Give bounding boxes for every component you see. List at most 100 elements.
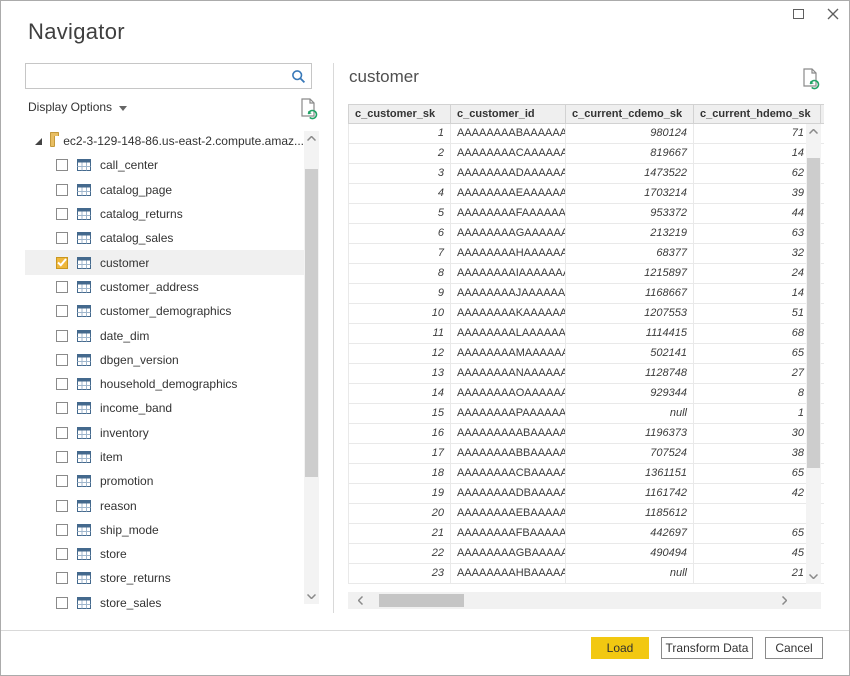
display-options-dropdown[interactable]: Display Options	[28, 100, 128, 114]
tree-item-date_dim[interactable]: date_dim	[25, 323, 304, 347]
cell-current-hdemo-sk	[694, 504, 821, 524]
tree-item-store_returns[interactable]: store_returns	[25, 566, 304, 590]
checkbox[interactable]	[56, 159, 68, 172]
preview-hscrollbar-thumb[interactable]	[379, 594, 464, 607]
cell-customer-id: AAAAAAAAMAAAAAAA	[451, 344, 566, 364]
cell-current-hdemo-sk: 14	[694, 284, 821, 304]
checkbox[interactable]	[56, 183, 68, 196]
refresh-file-icon[interactable]	[298, 97, 318, 121]
chevron-down-icon[interactable]	[304, 589, 319, 604]
checkbox[interactable]	[56, 475, 68, 488]
refresh-file-icon[interactable]	[800, 67, 820, 91]
tree-item-customer[interactable]: customer	[25, 250, 304, 275]
load-button[interactable]: Load	[591, 637, 649, 659]
table-grid-icon	[77, 208, 91, 221]
table-grid-icon	[77, 305, 91, 318]
tree-item-store[interactable]: store	[25, 542, 304, 566]
footer-divider	[1, 630, 849, 631]
search-input[interactable]	[26, 64, 285, 88]
tree-scrollbar-thumb[interactable]	[305, 169, 318, 477]
table-row: 8 AAAAAAAAIAAAAAAA 1215897 24	[348, 264, 824, 284]
preview-scrollbar[interactable]	[806, 124, 821, 584]
table-grid-icon	[77, 329, 91, 342]
cell-current-hdemo-sk: 1	[694, 404, 821, 424]
cell-current-cdemo-sk: 1196373	[566, 424, 694, 444]
chevron-down-icon[interactable]	[806, 569, 821, 584]
cell-customer-id: AAAAAAAADBAAAAAA	[451, 484, 566, 504]
chevron-right-icon[interactable]	[776, 593, 792, 608]
tree-item-label: promotion	[100, 474, 154, 489]
cell-customer-id: AAAAAAAAEBAAAAAA	[451, 504, 566, 524]
cell-current-cdemo-sk: 1114415	[566, 324, 694, 344]
cell-clipped	[821, 284, 824, 304]
tree-item-catalog_sales[interactable]: catalog_sales	[25, 226, 304, 250]
tree-root-server[interactable]: ec2-3-129-148-86.us-east-2.compute.amaz.…	[25, 129, 304, 153]
checkbox[interactable]	[56, 402, 68, 415]
checkbox[interactable]	[56, 353, 68, 366]
checkbox[interactable]	[56, 305, 68, 318]
checkbox[interactable]	[56, 451, 68, 463]
transform-data-button[interactable]: Transform Data	[661, 637, 753, 659]
search-icon[interactable]	[285, 64, 311, 88]
tree-item-label: catalog_returns	[100, 207, 183, 222]
checkbox[interactable]	[56, 523, 68, 536]
tree-item-store_sales[interactable]: store_sales	[25, 591, 304, 615]
checkbox[interactable]	[56, 329, 68, 342]
tree-item-dbgen_version[interactable]: dbgen_version	[25, 348, 304, 372]
checkbox[interactable]	[56, 208, 68, 221]
cell-clipped	[821, 144, 824, 164]
cell-current-hdemo-sk: 65	[694, 464, 821, 484]
table-grid-icon	[77, 426, 91, 439]
preview-hscrollbar[interactable]	[348, 592, 821, 609]
tree-item-inventory[interactable]: inventory	[25, 421, 304, 445]
cell-current-cdemo-sk: 707524	[566, 444, 694, 464]
cell-customer-sk: 10	[348, 304, 451, 324]
chevron-left-icon[interactable]	[352, 593, 368, 608]
checkbox[interactable]	[56, 378, 68, 391]
tree-scrollbar[interactable]	[304, 131, 319, 604]
maximize-icon[interactable]	[793, 9, 804, 19]
cell-customer-sk: 14	[348, 384, 451, 404]
cell-current-cdemo-sk: 1185612	[566, 504, 694, 524]
cell-current-cdemo-sk: 1128748	[566, 364, 694, 384]
tree-item-catalog_page[interactable]: catalog_page	[25, 178, 304, 202]
cell-customer-id: AAAAAAAADAAAAAAA	[451, 164, 566, 184]
cell-customer-sk: 1	[348, 124, 451, 144]
tree-item-reason[interactable]: reason	[25, 493, 304, 517]
preview-scrollbar-thumb[interactable]	[807, 158, 820, 468]
table-row: 3 AAAAAAAADAAAAAAA 1473522 62	[348, 164, 824, 184]
table-row: 10 AAAAAAAAKAAAAAAA 1207553 51	[348, 304, 824, 324]
expand-arrow-icon[interactable]	[35, 137, 42, 145]
cell-customer-id: AAAAAAAABBAAAAAA	[451, 444, 566, 464]
checkbox[interactable]	[56, 256, 68, 269]
close-icon[interactable]	[825, 6, 841, 22]
tree-item-customer_demographics[interactable]: customer_demographics	[25, 299, 304, 323]
cell-customer-id: AAAAAAAAEAAAAAAA	[451, 184, 566, 204]
tree-item-label: dbgen_version	[100, 352, 179, 367]
chevron-up-icon[interactable]	[806, 124, 821, 139]
tree-item-promotion[interactable]: promotion	[25, 469, 304, 493]
chevron-up-icon[interactable]	[304, 131, 319, 146]
tree-item-call_center[interactable]: call_center	[25, 153, 304, 177]
cell-current-cdemo-sk: 442697	[566, 524, 694, 544]
checkbox[interactable]	[56, 280, 68, 293]
cell-current-cdemo-sk: 68377	[566, 244, 694, 264]
checkbox[interactable]	[56, 232, 68, 245]
cancel-button[interactable]: Cancel	[765, 637, 823, 659]
tree-item-household_demographics[interactable]: household_demographics	[25, 372, 304, 396]
checkbox[interactable]	[56, 426, 68, 439]
tree-item-label: store	[100, 547, 127, 562]
checkbox[interactable]	[56, 572, 68, 585]
checkbox[interactable]	[56, 548, 68, 561]
tree-item-income_band[interactable]: income_band	[25, 396, 304, 420]
table-row: 17 AAAAAAAABBAAAAAA 707524 38	[348, 444, 824, 464]
tree-item-ship_mode[interactable]: ship_mode	[25, 518, 304, 542]
cell-customer-sk: 4	[348, 184, 451, 204]
tree-item-label: reason	[100, 498, 137, 513]
tree-item-customer_address[interactable]: customer_address	[25, 275, 304, 299]
checkbox[interactable]	[56, 499, 68, 512]
tree-item-catalog_returns[interactable]: catalog_returns	[25, 202, 304, 226]
checkbox[interactable]	[56, 596, 68, 609]
tree-item-item[interactable]: item	[25, 445, 304, 469]
cell-customer-id: AAAAAAAANAAAAAAA	[451, 364, 566, 384]
